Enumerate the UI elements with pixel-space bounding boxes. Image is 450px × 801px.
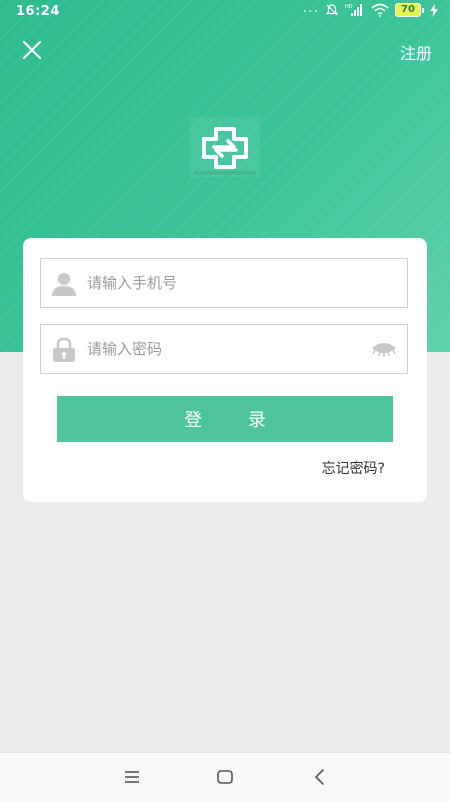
- status-icons: ... HD 70: [302, 0, 438, 17]
- password-input[interactable]: [87, 325, 357, 373]
- back-icon[interactable]: [310, 767, 330, 787]
- close-icon[interactable]: [20, 38, 44, 62]
- battery-tip: [422, 7, 424, 13]
- home-icon[interactable]: [215, 767, 235, 787]
- phone-field: [40, 258, 408, 308]
- forgot-password-link[interactable]: 忘记密码?: [322, 458, 385, 478]
- battery-level: 70: [395, 3, 421, 17]
- charging-icon: [430, 3, 438, 17]
- register-link[interactable]: 注册: [400, 40, 432, 64]
- phone-input[interactable]: [87, 259, 357, 307]
- status-bar: 16:24 ... HD 70: [0, 0, 450, 26]
- battery-icon: 70: [395, 3, 424, 17]
- status-dots: ...: [302, 0, 319, 16]
- app-logo-icon: [190, 117, 260, 177]
- mute-icon: [325, 4, 339, 16]
- eye-icon[interactable]: [371, 341, 397, 359]
- login-button[interactable]: 登 录: [57, 396, 393, 442]
- status-time: 16:24: [16, 4, 60, 19]
- user-icon: [52, 273, 76, 296]
- network-type-label: HD: [345, 4, 353, 10]
- password-field: [40, 324, 408, 374]
- login-card: 登 录 忘记密码?: [23, 238, 427, 502]
- navigation-bar: [0, 752, 450, 801]
- signal-icon: HD: [345, 4, 362, 16]
- menu-icon[interactable]: [122, 767, 142, 787]
- lock-icon: [53, 337, 75, 362]
- wifi-icon: [371, 3, 389, 17]
